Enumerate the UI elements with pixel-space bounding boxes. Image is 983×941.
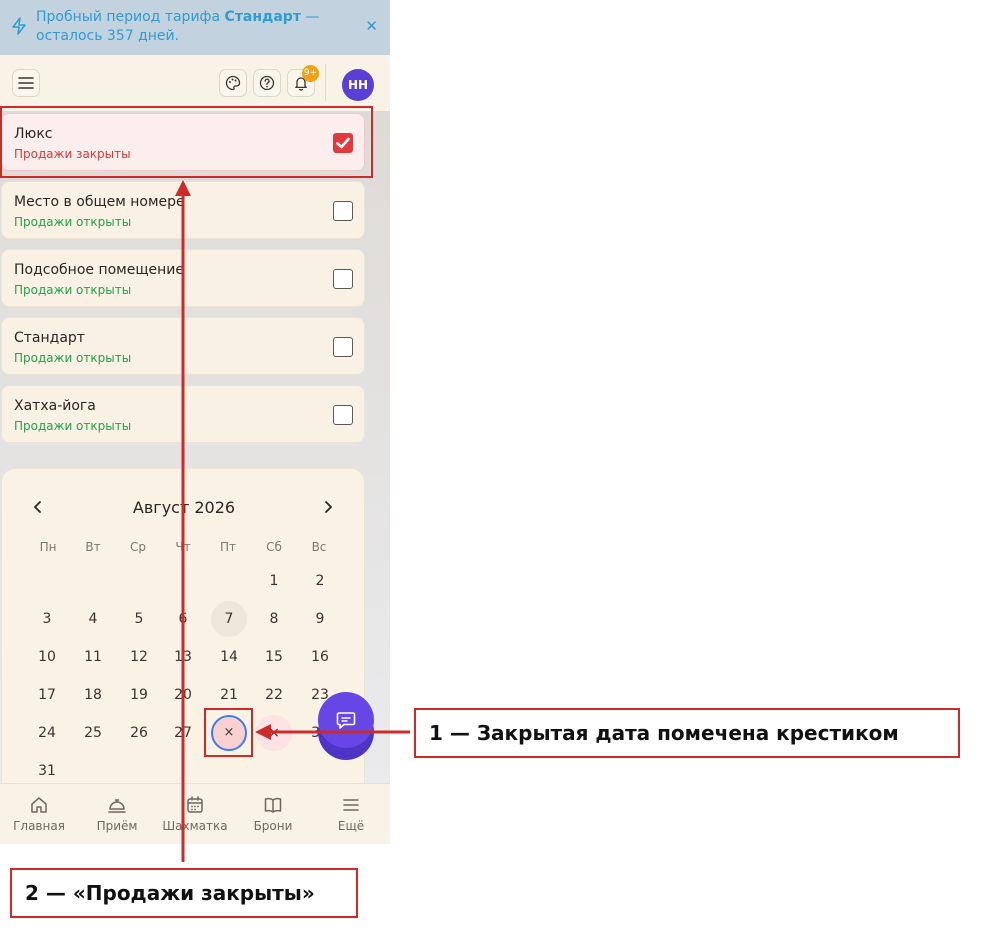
annotation-arrows <box>175 180 410 862</box>
annotation-callout-2: 2 — «Продажи закрыты» <box>10 868 358 918</box>
annotation-callout-1: 1 — Закрытая дата помечена крестиком <box>414 708 960 758</box>
